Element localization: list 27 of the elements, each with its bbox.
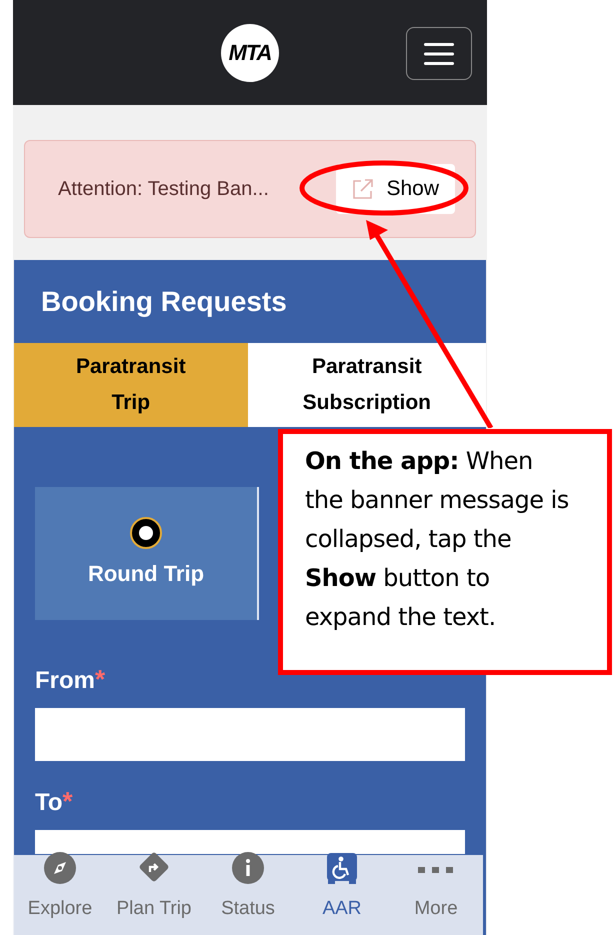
input-field[interactable] — [35, 830, 465, 854]
panel-title: Booking Requests — [40, 284, 288, 319]
nav-item[interactable]: Explore — [13, 855, 107, 935]
external-link-icon — [352, 178, 374, 200]
required-marker: * — [62, 786, 73, 816]
option-label: Round Trip — [88, 560, 204, 588]
radio-button[interactable] — [130, 517, 162, 549]
logo: MTA — [221, 24, 279, 82]
annotation-text: On the app: When the banner message is collapsed, tap the Show button to expand the text. — [305, 446, 570, 633]
banner-message: Attention: Testing Ban... — [58, 177, 269, 202]
menu-icon — [424, 42, 454, 64]
field-label: To* — [35, 786, 74, 818]
tab[interactable]: Paratransit Subscription — [248, 343, 486, 427]
nav-item[interactable]: Plan Trip — [107, 855, 201, 935]
field-label: From* — [35, 664, 106, 696]
input-field[interactable] — [35, 708, 465, 761]
tab[interactable]: Paratransit Trip — [14, 343, 248, 427]
nav-item[interactable]: AAR — [295, 855, 389, 935]
info-icon — [231, 850, 265, 884]
nav-item[interactable]: Status — [201, 855, 295, 935]
nav-item[interactable]: More — [389, 855, 483, 935]
accessible-van-icon — [325, 850, 359, 884]
more-icon — [418, 864, 454, 875]
menu-button[interactable] — [406, 27, 472, 80]
trip-type-option[interactable]: Round Trip — [35, 487, 259, 620]
required-marker: * — [95, 664, 106, 694]
compass-icon — [43, 850, 77, 884]
